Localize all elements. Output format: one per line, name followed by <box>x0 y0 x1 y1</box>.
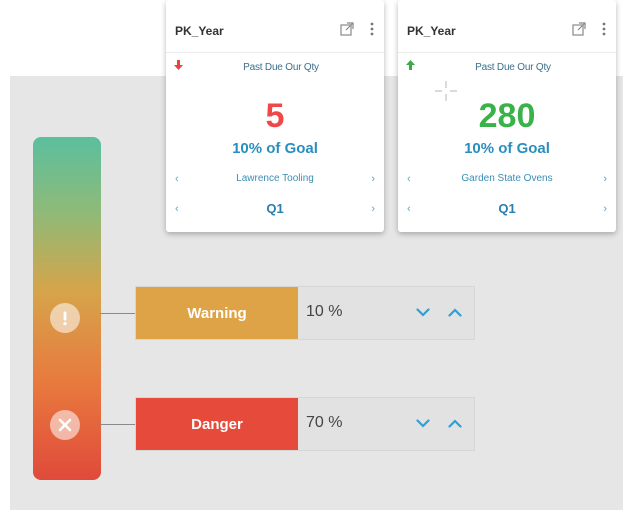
card-title: PK_Year <box>175 24 224 38</box>
chevron-right-icon[interactable]: › <box>371 203 375 215</box>
entity-label: Garden State Ovens <box>461 173 553 184</box>
decrease-danger-button[interactable] <box>412 412 434 434</box>
kpi-goal-percent: 10% of Goal <box>232 140 318 157</box>
period-navigator: ‹ Q1 › <box>398 200 616 220</box>
card-header: PK_Year <box>398 0 616 53</box>
entity-navigator: ‹ Lawrence Tooling › <box>166 170 384 190</box>
kpi-card-garden-state-ovens[interactable]: PK_Year Past Due Our Qty 280 10% of Goal… <box>398 0 616 232</box>
increase-warning-button[interactable] <box>444 301 466 323</box>
popout-icon[interactable] <box>340 22 354 41</box>
kpi-card-lawrence-tooling[interactable]: PK_Year Past Due Our Qty 5 10% of Goal ‹… <box>166 0 384 232</box>
chevron-right-icon[interactable]: › <box>603 203 607 215</box>
more-options-icon[interactable] <box>602 22 606 41</box>
arrow-down-icon <box>174 60 183 73</box>
arrow-up-icon <box>406 60 415 73</box>
chevron-right-icon[interactable]: › <box>371 173 375 185</box>
popout-icon[interactable] <box>572 22 586 41</box>
period-label: Q1 <box>266 201 284 216</box>
chevron-left-icon[interactable]: ‹ <box>175 203 179 215</box>
danger-threshold-row: Danger 70 % <box>135 397 475 451</box>
warning-value[interactable]: 10 % <box>306 303 342 321</box>
period-label: Q1 <box>498 201 516 216</box>
kpi-goal-percent: 10% of Goal <box>464 140 550 157</box>
exclamation-icon <box>50 303 80 333</box>
metric-name: Past Due Our Qty <box>243 62 319 73</box>
period-navigator: ‹ Q1 › <box>166 200 384 220</box>
warning-label: Warning <box>136 287 298 339</box>
card-title: PK_Year <box>407 24 456 38</box>
danger-connector-line <box>100 424 136 425</box>
chevron-left-icon[interactable]: ‹ <box>175 173 179 185</box>
entity-label: Lawrence Tooling <box>236 173 314 184</box>
danger-label: Danger <box>136 398 298 450</box>
card-header: PK_Year <box>166 0 384 53</box>
chevron-right-icon[interactable]: › <box>603 173 607 185</box>
danger-value[interactable]: 70 % <box>306 414 342 432</box>
more-options-icon[interactable] <box>370 22 374 41</box>
kpi-value: 280 <box>478 97 536 135</box>
x-circle-icon <box>50 410 80 440</box>
warning-connector-line <box>100 313 136 314</box>
chevron-left-icon[interactable]: ‹ <box>407 173 411 185</box>
entity-navigator: ‹ Garden State Ovens › <box>398 170 616 190</box>
warning-threshold-row: Warning 10 % <box>135 286 475 340</box>
decrease-warning-button[interactable] <box>412 301 434 323</box>
increase-danger-button[interactable] <box>444 412 466 434</box>
chevron-left-icon[interactable]: ‹ <box>407 203 411 215</box>
kpi-value: 5 <box>265 97 285 135</box>
metric-name: Past Due Our Qty <box>475 62 551 73</box>
